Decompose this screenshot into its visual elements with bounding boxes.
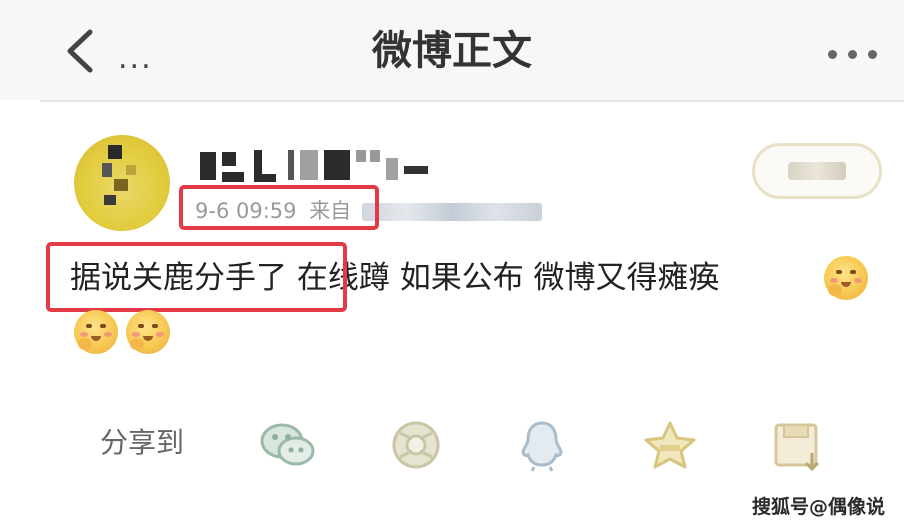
- username-blurred[interactable]: [200, 150, 430, 184]
- thinking-emoji-icon: [824, 256, 868, 300]
- thinking-emoji-icon: [126, 310, 170, 354]
- post-source-blurred: [361, 203, 542, 221]
- follow-button-label-blurred: [788, 162, 846, 180]
- nav-divider: [40, 100, 904, 102]
- nav-bar: ... 微博正文: [0, 0, 904, 100]
- qq-icon[interactable]: [512, 417, 572, 473]
- highlight-box-time: [179, 185, 379, 230]
- save-icon[interactable]: [768, 417, 828, 473]
- page-title: 微博正文: [372, 28, 532, 74]
- follow-button[interactable]: [752, 143, 882, 199]
- watermark: 搜狐号@偶像说: [752, 496, 886, 518]
- avatar[interactable]: [74, 135, 170, 231]
- highlight-box-text: [46, 242, 347, 312]
- moments-icon[interactable]: [386, 417, 446, 473]
- share-label: 分享到: [100, 426, 185, 459]
- wechat-icon[interactable]: [258, 417, 318, 473]
- qzone-icon[interactable]: [640, 417, 700, 473]
- thinking-emoji-icon: [74, 310, 118, 354]
- more-options-icon[interactable]: [828, 44, 892, 59]
